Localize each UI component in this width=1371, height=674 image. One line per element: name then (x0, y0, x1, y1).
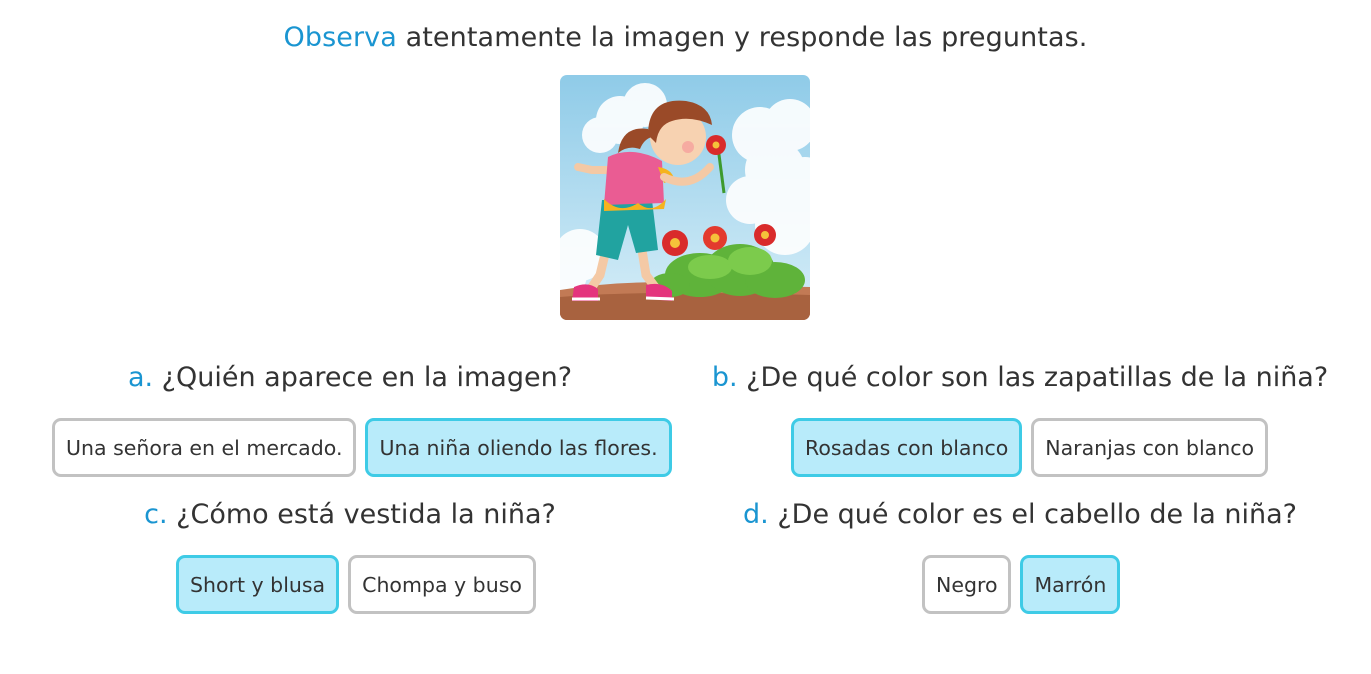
question-letter: c. (144, 499, 168, 530)
question-d: d. ¿De qué color es el cabello de la niñ… (700, 499, 1340, 530)
question-letter: d. (743, 499, 769, 530)
question-b: b. ¿De qué color son las zapatillas de l… (700, 362, 1340, 393)
options-c: Short y blusa Chompa y buso (176, 555, 536, 614)
question-c: c. ¿Cómo está vestida la niña? (60, 499, 640, 530)
option-button[interactable]: Naranjas con blanco (1031, 418, 1269, 477)
options-b: Rosadas con blanco Naranjas con blanco (791, 418, 1269, 477)
option-button[interactable]: Negro (922, 555, 1012, 614)
option-button[interactable]: Rosadas con blanco (791, 418, 1023, 477)
options-d: Negro Marrón (922, 555, 1121, 614)
question-letter: a. (127, 362, 154, 393)
girl-smelling-flower-illustration (560, 75, 810, 320)
question-a: a. ¿Quién aparece en la imagen? (60, 362, 640, 393)
question-text: ¿De qué color es el cabello de la niña? (768, 499, 1297, 530)
question-text: ¿De qué color son las zapatillas de la n… (737, 362, 1329, 393)
option-button[interactable]: Chompa y buso (348, 555, 536, 614)
options-a: Una señora en el mercado. Una niña olien… (52, 418, 672, 477)
option-button[interactable]: Una señora en el mercado. (52, 418, 357, 477)
option-button[interactable]: Una niña oliendo las flores. (365, 418, 672, 477)
instruction-text: Observa atentamente la imagen y responde… (0, 22, 1371, 53)
question-letter: b. (711, 362, 738, 393)
instruction-highlight: Observa (283, 22, 397, 53)
question-text: ¿Quién aparece en la imagen? (153, 362, 573, 393)
option-button[interactable]: Marrón (1020, 555, 1121, 614)
instruction-rest: atentamente la imagen y responde las pre… (396, 22, 1088, 53)
question-text: ¿Cómo está vestida la niña? (167, 499, 556, 530)
option-button[interactable]: Short y blusa (176, 555, 340, 614)
